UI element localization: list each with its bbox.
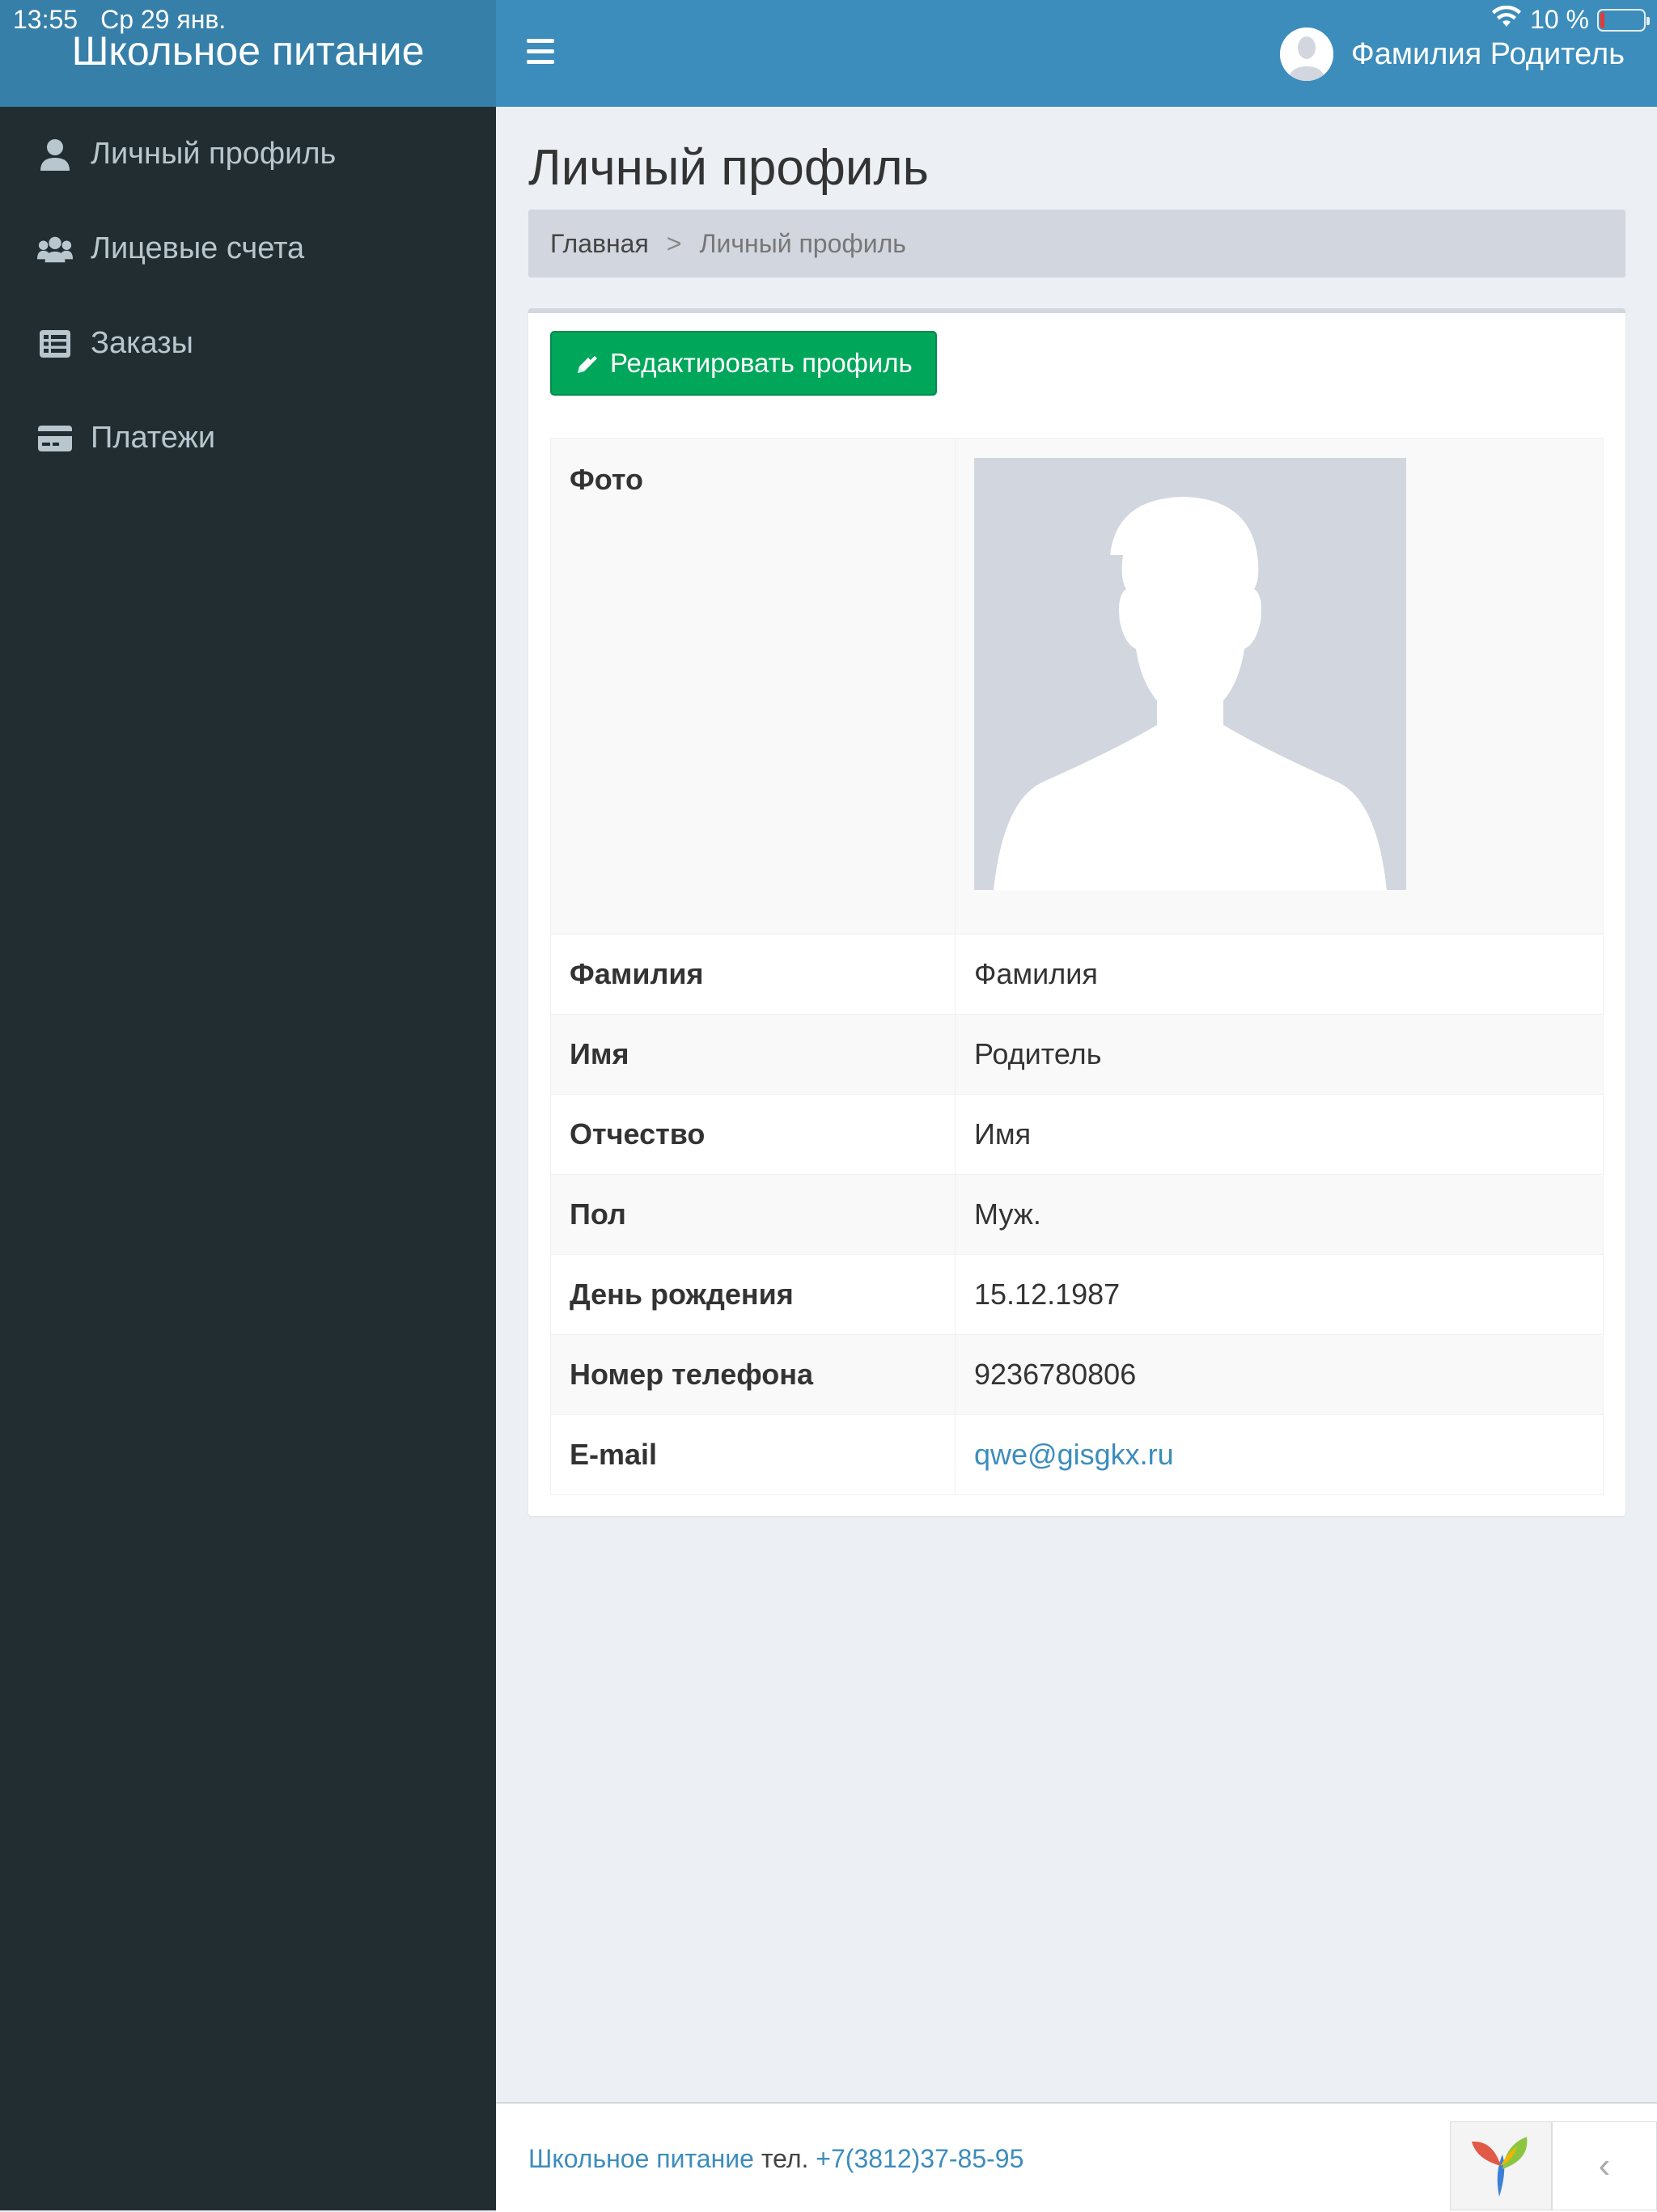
sidebar-item-label: Личный профиль <box>91 137 337 171</box>
footer-phone-link[interactable]: +7(3812)37-85-95 <box>816 2144 1023 2173</box>
page-title: Личный профиль <box>528 140 929 196</box>
edit-profile-button[interactable]: Редактировать профиль <box>550 331 937 396</box>
row-value: 9236780806 <box>955 1334 1604 1415</box>
table-row: Пол Муж. <box>550 1174 1604 1255</box>
battery-percent: 10 % <box>1530 5 1589 34</box>
users-icon <box>37 231 73 267</box>
row-label: Фото <box>550 438 956 934</box>
row-value: Муж. <box>955 1174 1604 1255</box>
status-bar-right: 10 % <box>1491 5 1650 35</box>
row-label: Отчество <box>550 1094 956 1175</box>
footer-phone-label: тел. <box>761 2144 809 2173</box>
row-value: Фамилия <box>955 934 1604 1015</box>
list-icon <box>37 326 73 362</box>
table-row: Фото <box>550 438 1604 934</box>
status-time: 13:55 <box>13 5 78 34</box>
wifi-icon <box>1491 5 1522 35</box>
row-value: Родитель <box>955 1014 1604 1095</box>
row-label: Номер телефона <box>550 1334 956 1415</box>
breadcrumb-separator: > <box>666 228 682 258</box>
sidebar-item-payments[interactable]: Платежи <box>0 391 496 485</box>
top-navbar: Фамилия Родитель <box>496 0 1657 107</box>
sidebar: Школьное питание Личный профиль Лицевые … <box>0 0 496 2210</box>
collapse-toolbar-button[interactable]: ‹ <box>1552 2121 1657 2210</box>
avatar <box>1279 28 1333 81</box>
battery-level <box>1600 11 1604 28</box>
row-label: День рождения <box>550 1254 956 1335</box>
sidebar-item-label: Платежи <box>91 421 216 455</box>
main-content: Личный профиль Главная > Личный профиль … <box>528 107 1625 1516</box>
footer-text: Школьное питание тел. +7(3812)37-85-95 <box>528 2144 1023 2174</box>
breadcrumb-current: Личный профиль <box>699 228 906 258</box>
row-value: qwe@gisgkx.ru <box>955 1414 1604 1495</box>
breadcrumb-home[interactable]: Главная <box>550 229 649 259</box>
sidebar-item-label: Заказы <box>91 326 193 360</box>
user-icon <box>37 137 73 172</box>
row-label: E-mail <box>550 1414 956 1495</box>
sidebar-item-profile[interactable]: Личный профиль <box>0 107 496 201</box>
row-value: 15.12.1987 <box>955 1254 1604 1335</box>
profile-photo <box>974 458 1406 890</box>
credit-card-icon <box>37 421 73 456</box>
hamburger-icon[interactable] <box>527 39 554 65</box>
table-row: Отчество Имя <box>550 1094 1604 1175</box>
table-row: Номер телефона 9236780806 <box>550 1334 1604 1415</box>
table-row: Имя Родитель <box>550 1014 1604 1095</box>
row-value: Имя <box>955 1094 1604 1175</box>
sidebar-item-label: Лицевые счета <box>91 231 305 265</box>
table-row: E-mail qwe@gisgkx.ru <box>550 1414 1604 1495</box>
profile-box: Редактировать профиль Фото Фамилия Фамил… <box>528 308 1625 1516</box>
user-menu[interactable]: Фамилия Родитель <box>1279 28 1625 81</box>
row-value <box>955 438 1604 934</box>
breadcrumb: Главная > Личный профиль <box>528 210 1625 278</box>
sidebar-item-orders[interactable]: Заказы <box>0 296 496 391</box>
table-row: День рождения 15.12.1987 <box>550 1254 1604 1335</box>
status-bar-left: 13:55 Ср 29 янв. <box>13 5 226 35</box>
row-label: Пол <box>550 1174 956 1255</box>
user-name: Фамилия Родитель <box>1350 36 1625 71</box>
edit-profile-label: Редактировать профиль <box>610 348 913 378</box>
row-label: Фамилия <box>550 934 956 1015</box>
yii-debug-icon[interactable] <box>1450 2121 1552 2210</box>
battery-icon <box>1597 8 1650 32</box>
table-row: Фамилия Фамилия <box>550 934 1604 1015</box>
footer-brand-link[interactable]: Школьное питание <box>528 2144 754 2173</box>
sidebar-menu: Личный профиль Лицевые счета Заказы Плат… <box>0 107 496 485</box>
sidebar-item-accounts[interactable]: Лицевые счета <box>0 201 496 296</box>
status-date: Ср 29 янв. <box>100 5 227 34</box>
email-link[interactable]: qwe@gisgkx.ru <box>974 1438 1174 1471</box>
pencil-icon <box>574 350 600 376</box>
profile-detail-table: Фото Фамилия Фамилия Имя Родитель Отчест… <box>550 438 1604 1495</box>
row-label: Имя <box>550 1014 956 1095</box>
